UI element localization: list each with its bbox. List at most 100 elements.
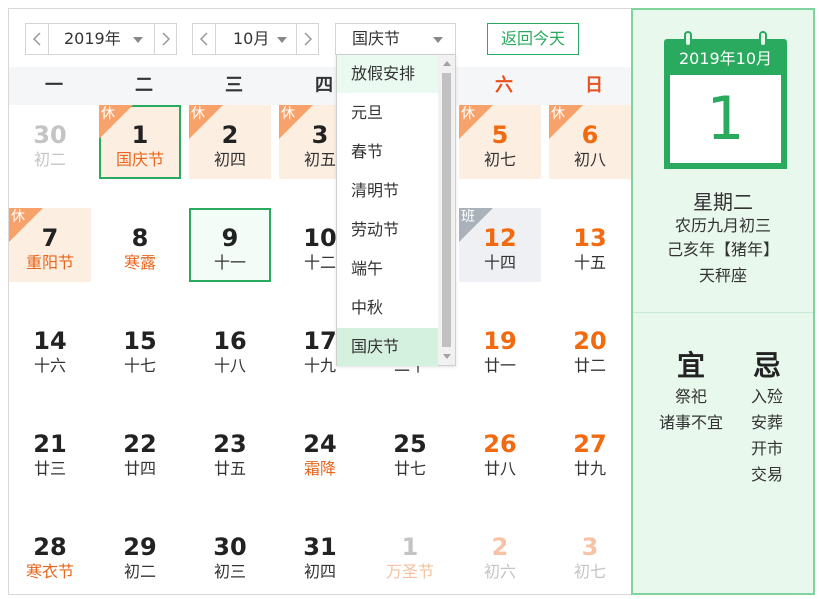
tag-label: 休 [191, 106, 205, 122]
day-cell[interactable]: 30 初三 [189, 517, 271, 591]
calendar-icon-header: 2019年10月 [664, 39, 787, 75]
day-cell[interactable]: 25 廿七 [369, 414, 451, 488]
lunar-label: 廿七 [393, 459, 426, 478]
lunar-label: 初七 [573, 562, 606, 581]
day-cell[interactable]: 27 廿九 [549, 414, 631, 488]
day-number: 20 [573, 327, 607, 355]
lunar-label: 十四 [483, 253, 516, 272]
lunar-label: 寒露 [123, 253, 156, 272]
day-number: 9 [221, 224, 239, 252]
tag-label: 休 [11, 209, 25, 225]
dropdown-option[interactable]: 劳动节 [337, 211, 438, 249]
month-value[interactable]: 10月 [233, 24, 269, 54]
day-cell[interactable]: 22 廿四 [99, 414, 181, 488]
day-cell[interactable]: 班 12 十四 [459, 208, 541, 282]
prev-month-button[interactable] [193, 24, 215, 54]
lunar-label: 重阳节 [25, 253, 74, 272]
next-year-button[interactable] [155, 24, 177, 54]
day-cell[interactable]: 1 万圣节 [369, 517, 451, 591]
year-select[interactable]: 2019年 [25, 23, 177, 55]
prev-year-button[interactable] [26, 24, 48, 54]
year-value[interactable]: 2019年 [64, 24, 121, 54]
day-cell[interactable]: 休 7 重阳节 [9, 208, 91, 282]
day-cell[interactable]: 2 初六 [459, 517, 541, 591]
day-cell[interactable]: 休 6 初八 [549, 105, 631, 179]
lunar-label: 廿九 [573, 459, 606, 478]
day-number: 6 [581, 121, 599, 149]
day-number: 15 [123, 327, 157, 355]
dropdown-option[interactable]: 放假安排 [337, 55, 438, 93]
dropdown-option-selected[interactable]: 国庆节 [337, 328, 438, 366]
chevron-right-icon [162, 32, 171, 46]
day-cell[interactable]: 20 廿二 [549, 311, 631, 385]
holiday-select[interactable]: 国庆节 [335, 23, 456, 55]
day-cell[interactable]: 30 初二 [9, 105, 91, 179]
tag-label: 休 [281, 106, 295, 122]
lunar-label: 十一 [213, 253, 246, 272]
day-number: 27 [573, 430, 607, 458]
day-cell[interactable]: 休 1 国庆节 [99, 105, 181, 179]
day-cell[interactable]: 24 霜降 [279, 414, 361, 488]
constellation: 天秤座 [698, 266, 747, 285]
lunar-label: 初六 [483, 562, 516, 581]
lunar-label: 初四 [213, 150, 246, 169]
day-number: 13 [573, 224, 607, 252]
lunar-label: 廿三 [33, 459, 66, 478]
day-number: 22 [123, 430, 157, 458]
lunar-label: 初三 [213, 562, 246, 581]
day-cell[interactable]: 29 初二 [99, 517, 181, 591]
month-select[interactable]: 10月 [192, 23, 319, 55]
day-cell[interactable]: 28 寒衣节 [9, 517, 91, 591]
ji-list: 入殓 安葬 开市 交易 [727, 384, 807, 488]
chevron-left-icon [32, 32, 41, 46]
day-cell[interactable]: 15 十七 [99, 311, 181, 385]
weekday-label: 日 [585, 75, 603, 96]
dropdown-option[interactable]: 中秋 [337, 289, 438, 327]
day-cell[interactable]: 14 十六 [9, 311, 91, 385]
day-cell[interactable]: 休 5 初七 [459, 105, 541, 179]
day-cell[interactable]: 8 寒露 [99, 208, 181, 282]
holiday-value[interactable]: 国庆节 [352, 24, 400, 54]
day-cell[interactable]: 21 廿三 [9, 414, 91, 488]
ganzhi-year: 己亥年【猪年】 [666, 240, 779, 259]
dropdown-scrollbar[interactable] [438, 55, 455, 365]
day-number: 26 [483, 430, 517, 458]
dropdown-option[interactable]: 清明节 [337, 172, 438, 210]
back-to-today-button[interactable]: 返回今天 [487, 23, 579, 55]
day-cell[interactable]: 13 十五 [549, 208, 631, 282]
day-cell[interactable]: 休 2 初四 [189, 105, 271, 179]
day-cell[interactable]: 9 十一 [189, 208, 271, 282]
day-number: 19 [483, 327, 517, 355]
next-month-button[interactable] [297, 24, 319, 54]
binder-ring-icon [759, 31, 767, 47]
scroll-down-icon[interactable] [443, 354, 451, 359]
day-number: 30 [213, 533, 247, 561]
day-cell[interactable]: 31 初四 [279, 517, 361, 591]
day-number: 30 [33, 121, 67, 149]
tag-label: 休 [461, 106, 475, 122]
lunar-label: 初七 [483, 150, 516, 169]
day-cell[interactable]: 3 初七 [549, 517, 631, 591]
scrollbar-thumb[interactable] [442, 73, 451, 347]
day-number: 29 [123, 533, 157, 561]
lunar-label: 十七 [123, 356, 156, 375]
ji-item: 开市 [750, 439, 783, 458]
dropdown-option[interactable]: 元旦 [337, 94, 438, 132]
day-number: 2 [221, 121, 239, 149]
dropdown-option[interactable]: 春节 [337, 133, 438, 171]
ji-item: 交易 [750, 465, 783, 484]
day-number: 25 [393, 430, 427, 458]
day-number: 23 [213, 430, 247, 458]
ji-item: 入殓 [750, 387, 783, 406]
dropdown-option[interactable]: 端午 [337, 250, 438, 288]
day-number: 31 [303, 533, 337, 561]
day-cell[interactable]: 19 廿一 [459, 311, 541, 385]
weekday-label: 一 [45, 75, 63, 96]
day-cell[interactable]: 23 廿五 [189, 414, 271, 488]
holiday-dropdown[interactable]: 放假安排 元旦 春节 清明节 劳动节 端午 中秋 国庆节 [336, 54, 456, 366]
scroll-up-icon[interactable] [443, 61, 451, 66]
day-cell[interactable]: 26 廿八 [459, 414, 541, 488]
day-cell[interactable]: 16 十八 [189, 311, 271, 385]
yi-item: 诸事不宜 [658, 413, 723, 432]
calendar-icon: 2019年10月 1 [664, 31, 787, 169]
